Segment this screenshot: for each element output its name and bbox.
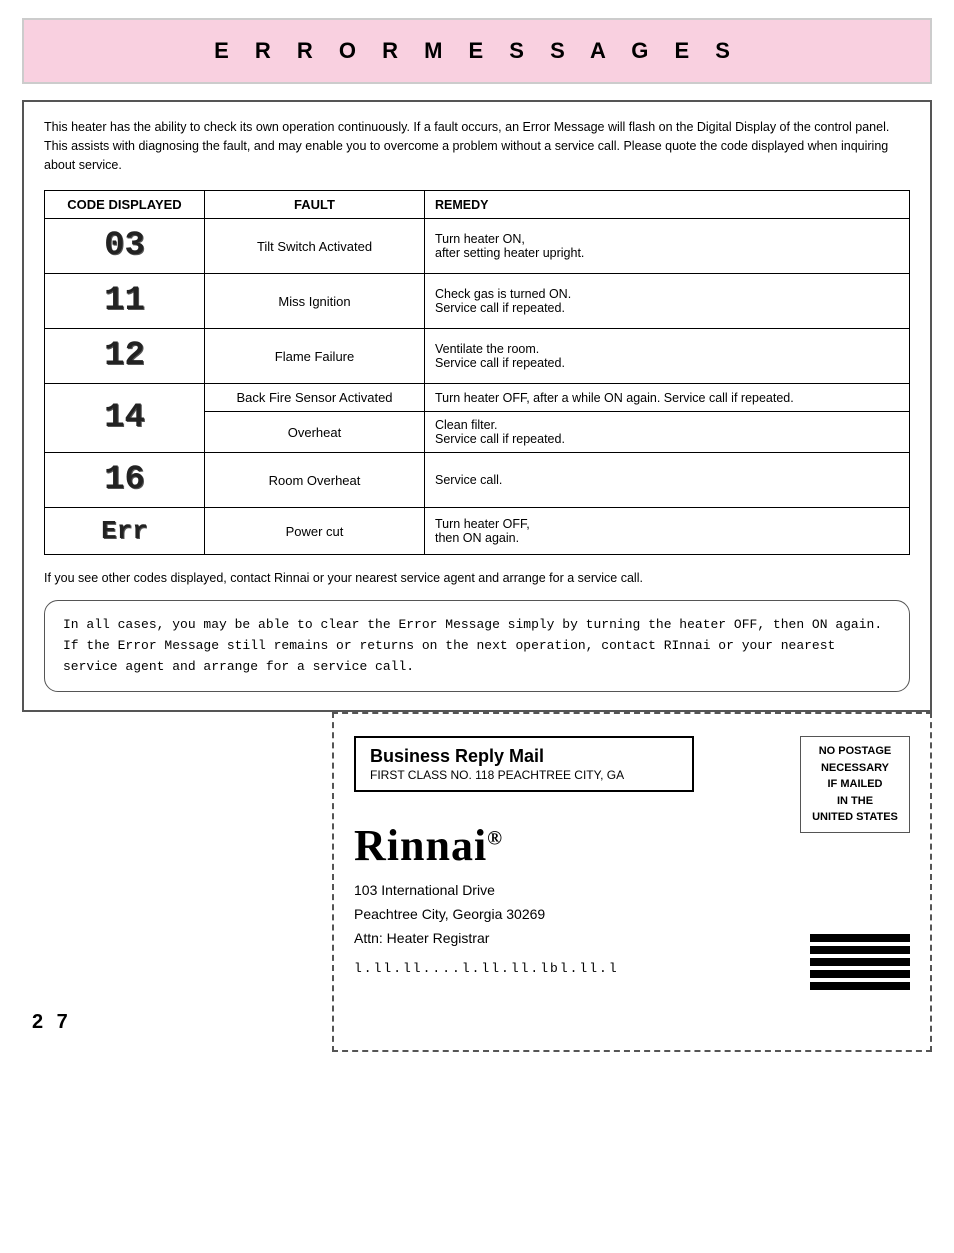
- postage-line-4: IN THE: [837, 795, 873, 807]
- code-cell-11: 11: [45, 274, 205, 329]
- remedy-cell-room-overheat: Service call.: [425, 453, 910, 508]
- reply-mail-subtitle: FIRST CLASS NO. 118 PEACHTREE CITY, GA: [370, 768, 624, 782]
- remedy-cell-backfire: Turn heater OFF, after a while ON again.…: [425, 384, 910, 412]
- postal-barcode-lines: [810, 934, 910, 990]
- code-cell-12: 12: [45, 329, 205, 384]
- postage-line-2: NECESSARY: [821, 762, 889, 774]
- bottom-left: 2 7: [22, 712, 332, 1052]
- table-header-code: CODE DISPLAYED: [45, 191, 205, 219]
- main-content-box: This heater has the ability to check its…: [22, 100, 932, 712]
- reply-mail-box: Business Reply Mail FIRST CLASS NO. 118 …: [354, 736, 694, 792]
- remedy-cell-ignition: Check gas is turned ON.Service call if r…: [425, 274, 910, 329]
- table-row: 12 Flame Failure Ventilate the room.Serv…: [45, 329, 910, 384]
- page-header: E R R O R M E S S A G E S: [22, 18, 932, 84]
- fault-cell-overheat: Overheat: [205, 412, 425, 453]
- fault-cell-ignition: Miss Ignition: [205, 274, 425, 329]
- postage-line-3: IF MAILED: [828, 778, 883, 790]
- table-header-remedy: REMEDY: [425, 191, 910, 219]
- lcd-display-11: 11: [100, 280, 149, 322]
- info-box: In all cases, you may be able to clear t…: [44, 600, 910, 692]
- intro-paragraph: This heater has the ability to check its…: [44, 118, 910, 174]
- postal-line-3: [810, 958, 910, 966]
- code-cell-err: Err: [45, 508, 205, 555]
- remedy-cell-tilt: Turn heater ON,after setting heater upri…: [425, 219, 910, 274]
- table-row: Err Power cut Turn heater OFF,then ON ag…: [45, 508, 910, 555]
- fault-cell-tilt: Tilt Switch Activated: [205, 219, 425, 274]
- table-row: 16 Room Overheat Service call.: [45, 453, 910, 508]
- lcd-display-16: 16: [100, 459, 149, 501]
- postage-box: NO POSTAGE NECESSARY IF MAILED IN THE UN…: [800, 736, 910, 833]
- lcd-display-03: 03: [100, 225, 149, 267]
- page-number: 2 7: [32, 1011, 72, 1034]
- fault-cell-powercut: Power cut: [205, 508, 425, 555]
- remedy-cell-flame: Ventilate the room.Service call if repea…: [425, 329, 910, 384]
- fault-cell-backfire: Back Fire Sensor Activated: [205, 384, 425, 412]
- postal-line-2: [810, 946, 910, 954]
- rinnai-name: Rinnai: [354, 821, 487, 870]
- reply-mail-title: Business Reply Mail: [370, 746, 678, 767]
- table-row: 11 Miss Ignition Check gas is turned ON.…: [45, 274, 910, 329]
- table-header-fault: FAULT: [205, 191, 425, 219]
- lcd-display-err: Err: [97, 514, 152, 548]
- remedy-cell-powercut: Turn heater OFF,then ON again.: [425, 508, 910, 555]
- reply-mail-section: NO POSTAGE NECESSARY IF MAILED IN THE UN…: [332, 712, 932, 1052]
- fault-cell-room-overheat: Room Overheat: [205, 453, 425, 508]
- postal-line-1: [810, 934, 910, 942]
- error-table: CODE DISPLAYED FAULT REMEDY 03 Tilt Swit…: [44, 190, 910, 555]
- table-row: 14 Back Fire Sensor Activated Turn heate…: [45, 384, 910, 412]
- header-title: E R R O R M E S S A G E S: [214, 38, 740, 63]
- address-line-3: Attn: Heater Registrar: [354, 930, 489, 946]
- fault-cell-flame: Flame Failure: [205, 329, 425, 384]
- table-row: 03 Tilt Switch Activated Turn heater ON,…: [45, 219, 910, 274]
- postal-line-5: [810, 982, 910, 990]
- postal-line-4: [810, 970, 910, 978]
- note-paragraph: If you see other codes displayed, contac…: [44, 569, 910, 588]
- address-line-1: 103 International Drive: [354, 882, 495, 898]
- code-cell-16: 16: [45, 453, 205, 508]
- code-cell-03: 03: [45, 219, 205, 274]
- remedy-cell-overheat: Clean filter.Service call if repeated.: [425, 412, 910, 453]
- lcd-display-12: 12: [100, 335, 149, 377]
- bottom-area: 2 7 NO POSTAGE NECESSARY IF MAILED IN TH…: [22, 712, 932, 1052]
- rinnai-registered: ®: [487, 828, 503, 850]
- postage-line-1: NO POSTAGE: [819, 745, 892, 757]
- lcd-display-14: 14: [100, 397, 149, 439]
- postage-line-5: UNITED STATES: [812, 811, 898, 823]
- address-line-2: Peachtree City, Georgia 30269: [354, 906, 545, 922]
- info-box-text: In all cases, you may be able to clear t…: [63, 617, 882, 674]
- code-cell-14: 14: [45, 384, 205, 453]
